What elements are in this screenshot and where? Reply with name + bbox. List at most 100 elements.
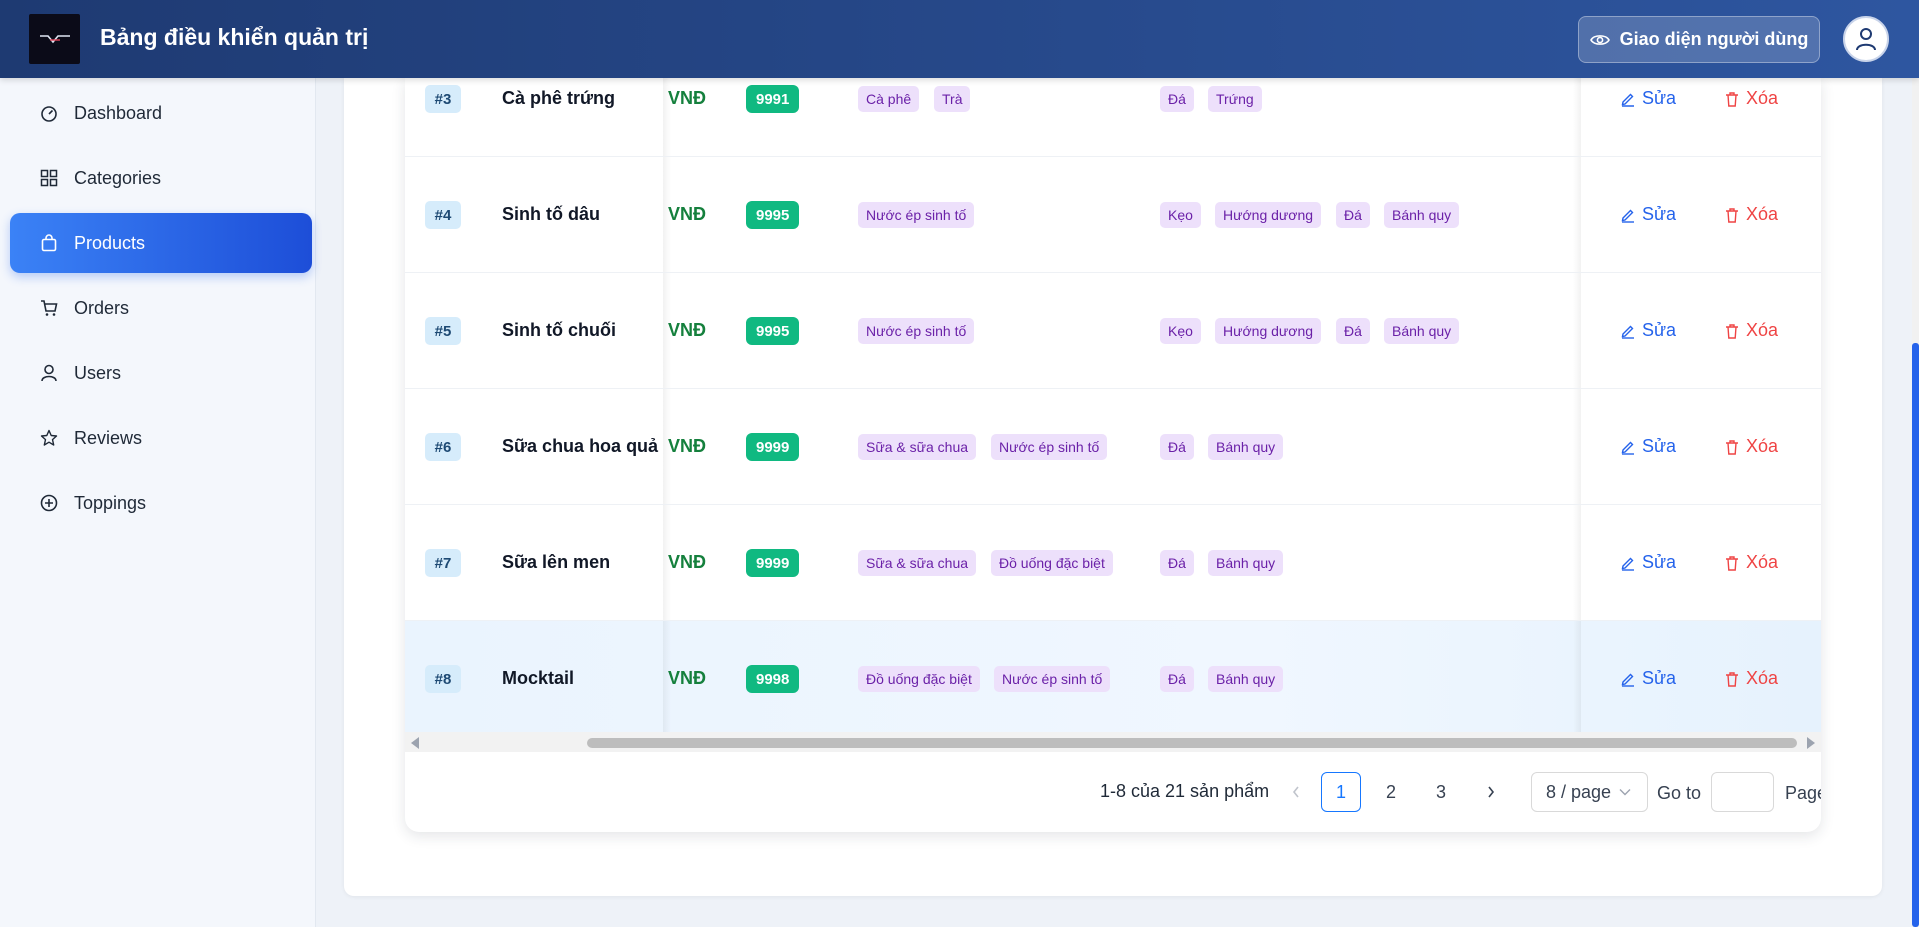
topping-tag: Bánh quy <box>1208 666 1284 692</box>
plus-circle-icon <box>40 494 58 512</box>
page-label: Page <box>1785 783 1821 803</box>
header-title: Bảng điều khiển quản trị <box>100 24 369 50</box>
delete-button[interactable]: Xóa <box>1724 204 1778 225</box>
trash-icon <box>1726 439 1738 455</box>
table-row[interactable]: #4 Sinh tố dâu VNĐ 9995 Nước ép sinh tố Kẹo Hư… <box>405 157 1821 273</box>
product-name: Sinh tố chuối <box>502 320 616 340</box>
product-currency: VNĐ <box>668 668 707 688</box>
category-tag: Đồ uống đặc biệt <box>991 550 1113 576</box>
category-tag: Sữa & sữa chua <box>858 550 977 576</box>
next-page-button[interactable] <box>1471 772 1511 812</box>
category-tag: Cà phê <box>858 86 920 112</box>
topping-tag: Đá <box>1160 86 1194 112</box>
category-tag: Nước ép sinh tố <box>994 666 1111 692</box>
category-tag: Nước ép sinh tố <box>991 434 1108 460</box>
edit-label: Sửa <box>1642 320 1677 340</box>
edit-button[interactable]: Sửa <box>1620 88 1676 109</box>
trash-icon <box>1726 671 1738 687</box>
product-currency: VNĐ <box>668 552 707 572</box>
product-id-badge: #3 <box>425 85 461 113</box>
edit-button[interactable]: Sửa <box>1620 436 1676 457</box>
star-icon <box>40 429 58 447</box>
edit-button[interactable]: Sửa <box>1620 204 1676 225</box>
product-id-badge: #7 <box>425 549 461 577</box>
sidebar-item-toppings[interactable]: Toppings <box>10 473 312 533</box>
table-row[interactable]: #6 Sữa chua hoa quả VNĐ 9999 Sữa & sữa chua N… <box>405 389 1821 505</box>
product-stock-badge: 9999 <box>746 549 800 577</box>
user-icon <box>40 364 58 382</box>
delete-button[interactable]: Xóa <box>1724 320 1778 341</box>
sidebar-item-products[interactable]: Products <box>10 213 312 273</box>
delete-button[interactable]: Xóa <box>1724 552 1778 573</box>
app-logo[interactable] <box>29 14 80 64</box>
topping-tag: Kẹo <box>1160 202 1201 228</box>
scroll-right-icon[interactable] <box>1807 737 1815 749</box>
category-tag: Sữa & sữa chua <box>858 434 977 460</box>
eye-icon <box>1589 34 1610 45</box>
delete-label: Xóa <box>1746 88 1779 108</box>
sidebar-item-label: Categories <box>74 167 162 188</box>
sidebar-item-dashboard[interactable]: Dashboard <box>10 83 312 143</box>
product-currency: VNĐ <box>668 320 707 340</box>
topping-tag: Hướng dương <box>1215 318 1322 344</box>
sidebar-item-categories[interactable]: Categories <box>10 148 312 208</box>
user-view-button[interactable]: Giao diện người dùng <box>1578 16 1820 63</box>
product-currency: VNĐ <box>668 204 707 224</box>
table-row[interactable]: #5 Sinh tố chuối VNĐ 9995 Nước ép sinh tố Kẹo… <box>405 273 1821 389</box>
category-tag: Đồ uống đặc biệt <box>858 666 980 692</box>
user-avatar[interactable] <box>1843 16 1889 62</box>
edit-label: Sửa <box>1642 552 1677 572</box>
page-size-select[interactable]: 8 / page <box>1531 772 1648 812</box>
delete-label: Xóa <box>1746 204 1779 224</box>
user-avatar-icon <box>1856 28 1876 51</box>
delete-label: Xóa <box>1746 668 1779 688</box>
table-row[interactable]: #3 Cà phê trứng VNĐ 9991 Cà phê Trà Đá Trứng Sửa… <box>405 78 1821 157</box>
edit-icon <box>1621 325 1634 339</box>
prev-page-button[interactable] <box>1276 772 1316 812</box>
page-button-3[interactable]: 3 <box>1421 772 1461 812</box>
product-id-badge: #4 <box>425 201 461 229</box>
topping-tag: Đá <box>1160 434 1194 460</box>
edit-label: Sửa <box>1642 668 1677 688</box>
trash-icon <box>1726 207 1738 223</box>
table-row[interactable]: #7 Sữa lên men VNĐ 9999 Sữa & sữa chua Đồ uốn… <box>405 505 1821 621</box>
horizontal-scroll-thumb[interactable] <box>587 738 1797 748</box>
page-button-2[interactable]: 2 <box>1371 772 1411 812</box>
sidebar: Dashboard Categories Products Orders Use… <box>0 78 316 927</box>
edit-icon <box>1621 209 1634 223</box>
edit-button[interactable]: Sửa <box>1620 668 1676 689</box>
sidebar-item-users[interactable]: Users <box>10 343 312 403</box>
product-name: Sinh tố dâu <box>502 204 600 224</box>
goto-page-input[interactable] <box>1711 772 1774 812</box>
category-tag: Trà <box>934 86 971 112</box>
edit-button[interactable]: Sửa <box>1620 320 1676 341</box>
chevron-down-icon <box>1619 789 1631 796</box>
delete-button[interactable]: Xóa <box>1724 436 1778 457</box>
goto-label: Go to <box>1657 783 1702 803</box>
category-tag: Nước ép sinh tố <box>858 202 975 228</box>
category-tag: Nước ép sinh tố <box>858 318 975 344</box>
topping-tag: Kẹo <box>1160 318 1201 344</box>
delete-button[interactable]: Xóa <box>1724 668 1778 689</box>
logo-mark-icon <box>39 35 70 44</box>
page-size-value: 8 / page <box>1546 781 1612 802</box>
trash-icon <box>1726 323 1738 339</box>
delete-button[interactable]: Xóa <box>1724 88 1778 109</box>
page-vertical-scroll-thumb[interactable] <box>1912 343 1919 927</box>
edit-label: Sửa <box>1642 204 1677 224</box>
product-name: Cà phê trứng <box>502 88 616 108</box>
horizontal-scrollbar[interactable] <box>405 732 1821 752</box>
shopping-bag-icon <box>40 234 58 252</box>
topping-tag: Đá <box>1336 318 1370 344</box>
page-button-1[interactable]: 1 <box>1321 772 1361 812</box>
product-name: Sữa chua hoa quả <box>502 436 659 456</box>
scroll-left-icon[interactable] <box>411 737 419 749</box>
sidebar-item-orders[interactable]: Orders <box>10 278 312 338</box>
edit-button[interactable]: Sửa <box>1620 552 1676 573</box>
sidebar-item-reviews[interactable]: Reviews <box>10 408 312 468</box>
pagination-total: 1-8 của 21 sản phẩm <box>1100 781 1270 801</box>
trash-icon <box>1726 91 1738 107</box>
table-row[interactable]: #8 Mocktail VNĐ 9998 Đồ uống đặc biệt Nước ép… <box>405 621 1821 737</box>
topping-tag: Đá <box>1336 202 1370 228</box>
page-vertical-scrollbar[interactable] <box>1912 78 1919 927</box>
